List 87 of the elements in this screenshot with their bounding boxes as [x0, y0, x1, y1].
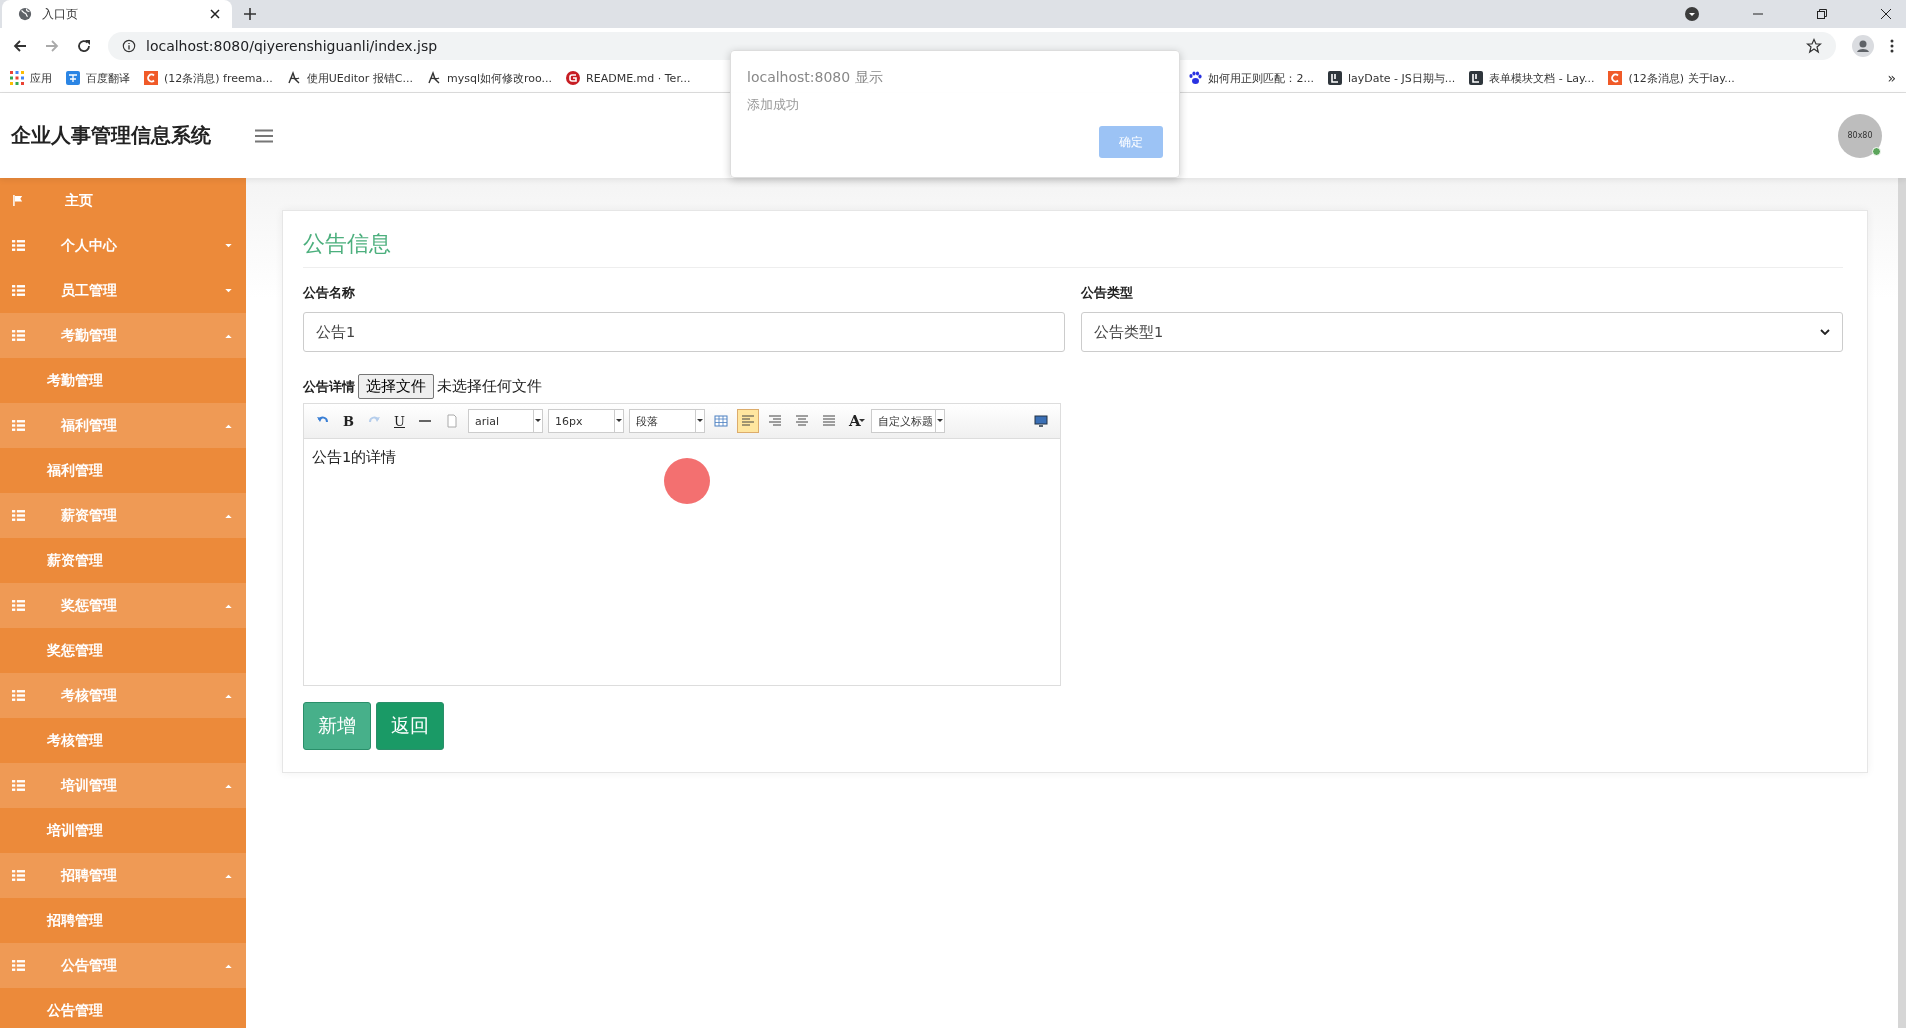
- preview-icon[interactable]: [1034, 414, 1048, 428]
- select-field[interactable]: 公告类型1: [1081, 312, 1843, 352]
- font-color-button[interactable]: A: [844, 412, 861, 430]
- caret-icon: [1820, 329, 1830, 335]
- align-icon: [740, 414, 755, 428]
- caret-icon: [225, 423, 232, 428]
- bookmark-icon: [427, 71, 441, 85]
- more-bookmarks[interactable]: »: [1887, 70, 1896, 86]
- address-bar[interactable]: localhost:8080/qiyerenshiguanli/index.jsp: [108, 32, 1836, 60]
- bookmark[interactable]: 如何用正则匹配：2...: [1188, 70, 1314, 86]
- caret-icon: [225, 333, 232, 338]
- grid-icon: [12, 690, 25, 701]
- flag-icon: [12, 195, 25, 206]
- bookmark[interactable]: mysql如何修改roo...: [427, 70, 553, 86]
- close-icon[interactable]: [1880, 8, 1892, 20]
- align-icon: [767, 414, 782, 428]
- align-icon: [821, 414, 836, 428]
- caret-icon: [225, 693, 232, 698]
- input-field[interactable]: 公告1: [303, 312, 1065, 352]
- grid-icon: [12, 420, 25, 431]
- bookmark-icon: [144, 71, 158, 85]
- bookmark[interactable]: (12条消息) 关于lay...: [1608, 70, 1735, 86]
- bookmark-icon: [1327, 71, 1342, 85]
- bookmark[interactable]: README.md · Ter...: [566, 71, 691, 85]
- form-title: 公告信息: [303, 229, 1843, 268]
- bookmark-icon: [1608, 71, 1623, 85]
- bookmark-icon: [566, 71, 581, 85]
- paw-icon: [1188, 71, 1203, 85]
- bookmark[interactable]: 表单模块文档 - Lay...: [1469, 70, 1595, 86]
- editor-text: 公告1的详情: [312, 449, 397, 465]
- font-select[interactable]: arial: [467, 409, 543, 433]
- star-icon[interactable]: [1806, 38, 1822, 54]
- translate-icon: [66, 71, 80, 85]
- bookmark-icon: [1469, 71, 1484, 85]
- grid-icon: [12, 330, 25, 341]
- table-icon[interactable]: [713, 414, 728, 428]
- grid-icon: [12, 960, 25, 971]
- globe-icon: [18, 7, 32, 21]
- bookmark[interactable]: 使用UEditor 报错C...: [286, 70, 413, 86]
- bookmark[interactable]: (12条消息) freema...: [144, 70, 273, 86]
- bookmark-icon: [286, 71, 301, 85]
- avatar[interactable]: 80x80: [1838, 113, 1882, 158]
- file-button[interactable]: 选择文件: [358, 374, 434, 399]
- back-button[interactable]: 返回: [376, 702, 444, 750]
- bookmark[interactable]: 百度翻译: [66, 70, 130, 86]
- grid-icon: [12, 600, 25, 611]
- field-label: 公告详情: [303, 377, 355, 396]
- dialog-message: 添加成功: [747, 97, 799, 114]
- reload-icon[interactable]: [76, 38, 92, 54]
- apps-icon: [10, 71, 24, 85]
- field-label: 公告类型: [1081, 284, 1134, 302]
- url-text: localhost:8080/qiyerenshiguanli/index.jsp: [146, 38, 438, 54]
- bookmark[interactable]: 应用: [10, 70, 52, 86]
- info-icon: [122, 39, 136, 53]
- align-icon: [794, 414, 809, 428]
- grid-icon: [12, 780, 25, 791]
- field-label: 公告名称: [303, 284, 356, 302]
- menu-icon[interactable]: [1890, 38, 1894, 54]
- profile-icon[interactable]: [1852, 35, 1874, 57]
- grid-icon: [12, 285, 25, 296]
- caret-icon: [225, 513, 232, 518]
- app-title: 企业人事管理信息系统: [11, 122, 211, 149]
- new-tab-icon[interactable]: [244, 8, 256, 20]
- scrollbar[interactable]: [1898, 178, 1906, 1028]
- grid-icon: [12, 870, 25, 881]
- align-button[interactable]: [736, 409, 759, 433]
- grid-icon: [12, 240, 25, 251]
- file-status: 未选择任何文件: [437, 377, 542, 396]
- back-icon[interactable]: [12, 38, 28, 54]
- grid-icon: [12, 510, 25, 521]
- paragraph-select[interactable]: 段落: [628, 409, 705, 433]
- bookmark[interactable]: layDate - JS日期与...: [1327, 70, 1456, 86]
- dropdown-icon[interactable]: [1684, 6, 1700, 22]
- caret-icon: [225, 873, 232, 878]
- size-select[interactable]: 16px: [547, 409, 624, 433]
- close-icon[interactable]: [210, 9, 220, 19]
- bold-button[interactable]: B: [339, 413, 358, 429]
- cursor-highlight: [664, 458, 710, 504]
- restore-icon[interactable]: [1816, 8, 1828, 20]
- underline-button[interactable]: U: [390, 413, 409, 429]
- dialog-title: localhost:8080 显示: [747, 69, 883, 87]
- caret-icon: [225, 243, 232, 248]
- caret-icon: [225, 783, 232, 788]
- caret-icon: [225, 603, 232, 608]
- heading-select[interactable]: 自定义标题: [870, 409, 945, 433]
- caret-icon: [225, 288, 232, 293]
- caret-icon: [225, 963, 232, 968]
